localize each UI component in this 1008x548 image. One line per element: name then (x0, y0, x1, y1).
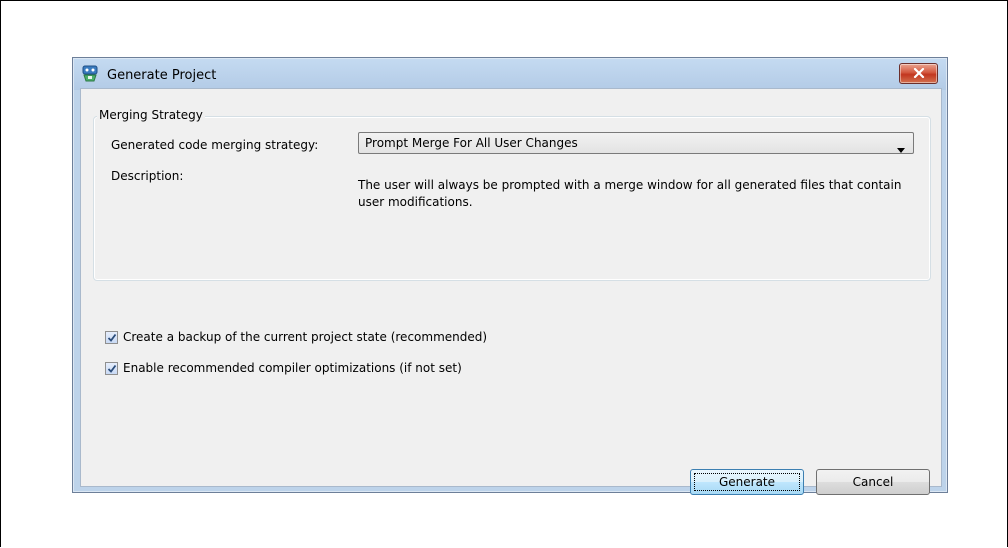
dialog-body: Merging Strategy Generated code merging … (80, 88, 942, 495)
generate-project-dialog: Generate Project Merging Strategy Genera… (72, 57, 948, 495)
checkmark-icon (107, 333, 117, 342)
strategy-value: Prompt Merge For All User Changes (365, 136, 578, 150)
backup-label: Create a backup of the current project s… (123, 330, 488, 344)
checkmark-icon (107, 364, 117, 373)
cancel-button[interactable]: Cancel (816, 469, 930, 495)
generate-button[interactable]: Generate (690, 469, 804, 495)
backup-option[interactable]: Create a backup of the current project s… (105, 330, 487, 344)
merging-strategy-dropdown[interactable]: Prompt Merge For All User Changes (358, 132, 914, 154)
description-label: Description: (111, 169, 184, 183)
title-bar[interactable]: Generate Project (74, 59, 946, 90)
description-text: The user will always be prompted with a … (358, 178, 902, 209)
optimization-checkbox[interactable] (105, 361, 118, 375)
group-title: Merging Strategy (97, 108, 205, 122)
chevron-down-icon (897, 142, 905, 156)
close-icon (913, 67, 925, 81)
dialog-title: Generate Project (107, 68, 217, 83)
optimization-label: Enable recommended compiler optimization… (123, 361, 462, 375)
backup-checkbox[interactable] (105, 330, 118, 344)
focus-rectangle (694, 473, 800, 491)
strategy-label: Generated code merging strategy: (111, 138, 319, 152)
optimization-option[interactable]: Enable recommended compiler optimization… (105, 361, 462, 375)
project-gear-icon (81, 65, 99, 83)
close-button[interactable] (899, 63, 938, 84)
cancel-button-label: Cancel (852, 475, 894, 489)
